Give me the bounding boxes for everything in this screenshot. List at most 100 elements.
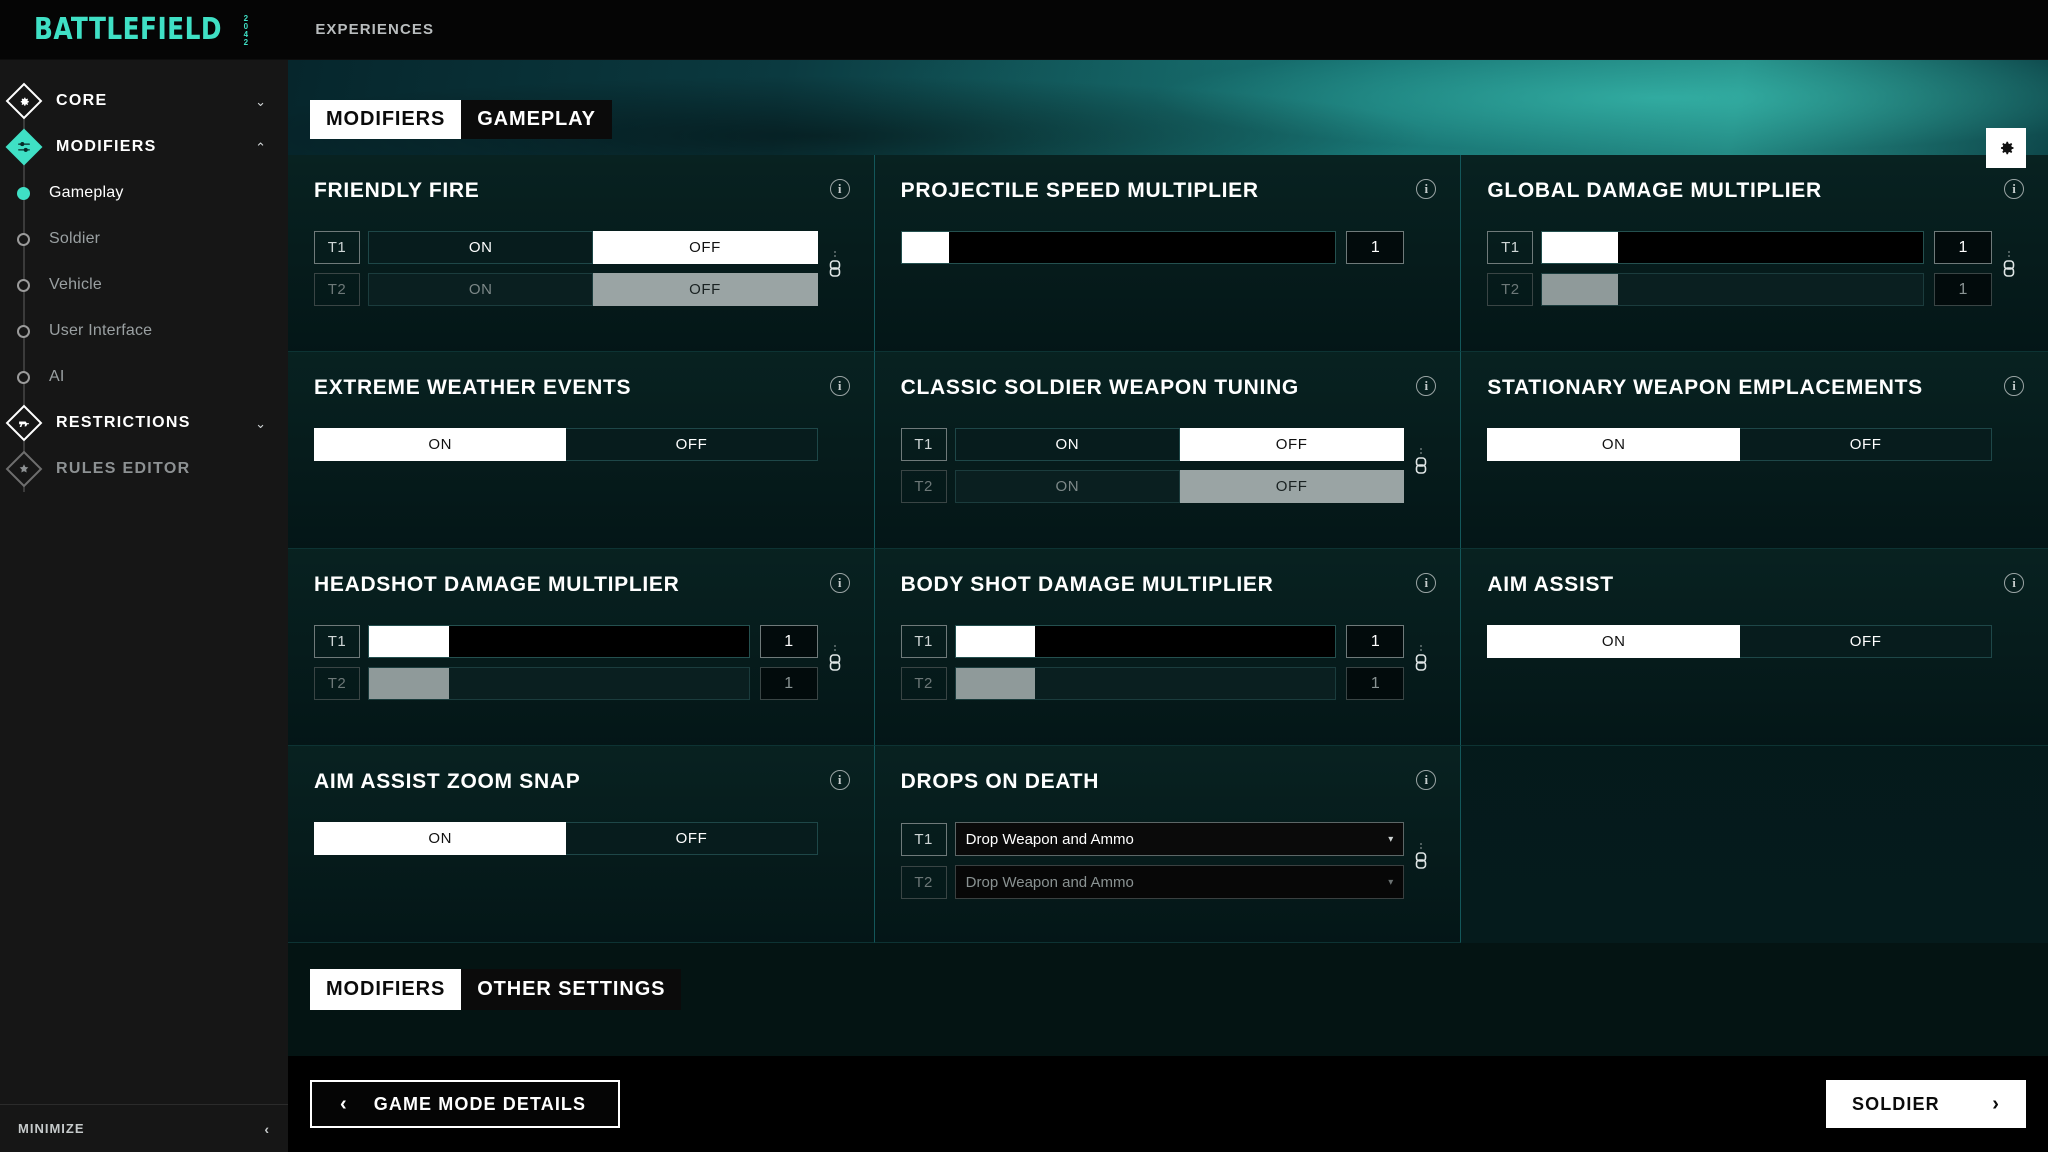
info-icon[interactable]: i: [2004, 179, 2024, 199]
info-icon[interactable]: i: [829, 573, 850, 593]
card-controls: T1 ON OFF T2 ON OFF: [314, 231, 848, 306]
battlefield-logo[interactable]: BATTLEFIELD 2042: [34, 12, 251, 47]
info-icon[interactable]: i: [829, 770, 850, 790]
breadcrumb-modifiers[interactable]: MODIFIERS: [310, 100, 462, 139]
toggle-t2[interactable]: ON OFF: [954, 470, 1405, 503]
team-label-t2: T2: [900, 667, 947, 700]
control-row: 1: [900, 231, 1405, 264]
option-off[interactable]: OFF: [1180, 428, 1405, 461]
footer-bar: ‹ GAME MODE DETAILS SOLDIER ›: [288, 1056, 2048, 1152]
info-icon[interactable]: i: [829, 179, 850, 199]
value-slider[interactable]: [368, 667, 750, 700]
breadcrumb: MODIFIERS GAMEPLAY: [310, 100, 612, 139]
option-on[interactable]: ON: [954, 428, 1180, 461]
option-off[interactable]: OFF: [593, 273, 818, 306]
logo-edition: 2042: [241, 14, 251, 46]
soldier-next-button[interactable]: SOLDIER ›: [1826, 1080, 2026, 1128]
option-on[interactable]: ON: [954, 470, 1180, 503]
tab-modifiers[interactable]: MODIFIERS: [310, 969, 462, 1010]
value-slider[interactable]: [954, 667, 1337, 700]
chevron-down-icon[interactable]: ⌄: [255, 417, 266, 430]
option-on[interactable]: ON: [1487, 428, 1741, 461]
value-slider[interactable]: [368, 625, 750, 658]
sidebar-label-ai: AI: [49, 368, 65, 385]
control-row: T2 1: [900, 667, 1405, 700]
card-title: PROJECTILE SPEED MULTIPLIER: [900, 179, 1259, 202]
chevron-up-icon[interactable]: ⌃: [255, 141, 266, 154]
minimize-label: MINIMIZE: [18, 1121, 85, 1136]
value-field[interactable]: 1: [759, 625, 818, 658]
nav-dot-active-icon: [17, 186, 30, 200]
info-icon[interactable]: i: [829, 376, 850, 396]
team-label-t1: T1: [900, 822, 947, 856]
toggle-t1[interactable]: ON OFF: [954, 428, 1405, 461]
sidebar-item-modifiers[interactable]: MODIFIERS ⌃: [0, 124, 288, 170]
toggle-group[interactable]: ON OFF: [1487, 625, 1993, 658]
sidebar-item-gameplay[interactable]: Gameplay: [0, 170, 288, 216]
sidebar-label-restrictions: RESTRICTIONS: [56, 414, 191, 431]
sidebar-item-user-interface[interactable]: User Interface: [0, 308, 288, 354]
breadcrumb-gameplay[interactable]: GAMEPLAY: [461, 100, 612, 139]
option-on[interactable]: ON: [314, 822, 567, 855]
sidebar-item-vehicle[interactable]: Vehicle: [0, 262, 288, 308]
sidebar-item-restrictions[interactable]: RESTRICTIONS ⌄: [0, 400, 288, 446]
sidebar-item-core[interactable]: CORE ⌄: [0, 78, 288, 124]
value-field[interactable]: 1: [1346, 667, 1405, 700]
card-controls: ON OFF: [1487, 428, 2022, 461]
sidebar-item-ai[interactable]: AI: [0, 354, 288, 400]
value-slider[interactable]: [1541, 273, 1924, 306]
link-teams-icon[interactable]: [1413, 446, 1429, 485]
settings-scroll-area: FRIENDLY FIRE i T1 ON OFF T2 ON OFF PROJECTILE S…: [288, 155, 2048, 1056]
modifier-card: EXTREME WEATHER EVENTS i ON OFF: [288, 352, 875, 549]
minimize-button[interactable]: MINIMIZE ‹: [0, 1104, 288, 1152]
toggle-group[interactable]: ON OFF: [314, 822, 818, 855]
option-off[interactable]: OFF: [1740, 625, 1993, 658]
value-slider[interactable]: [900, 231, 1337, 264]
sidebar-item-soldier[interactable]: Soldier: [0, 216, 288, 262]
option-off[interactable]: OFF: [1180, 470, 1405, 503]
link-teams-icon[interactable]: [2001, 249, 2017, 288]
app-body: CORE ⌄ MODIFIERS ⌃ Gameplay Soldier Vehi…: [0, 60, 2048, 1152]
topnav-item-experiences[interactable]: EXPERIENCES: [315, 21, 434, 38]
info-icon[interactable]: i: [2004, 573, 2024, 593]
value-slider[interactable]: [954, 625, 1337, 658]
toggle-t2[interactable]: ON OFF: [368, 273, 818, 306]
option-off[interactable]: OFF: [566, 428, 818, 461]
card-title: FRIENDLY FIRE: [314, 179, 480, 202]
toggle-group[interactable]: ON OFF: [314, 428, 818, 461]
modifier-card: DROPS ON DEATH i T1 Drop Weapon and Ammo ▾ T2…: [874, 746, 1462, 943]
link-teams-icon[interactable]: [827, 643, 843, 682]
modifier-card: HEADSHOT DAMAGE MULTIPLIER i T1 1 T2 1: [288, 549, 875, 746]
option-on[interactable]: ON: [368, 273, 594, 306]
modifier-card: FRIENDLY FIRE i T1 ON OFF T2 ON OFF: [288, 155, 875, 352]
value-field[interactable]: 1: [1346, 625, 1405, 658]
info-icon[interactable]: i: [2004, 376, 2024, 396]
card-title: GLOBAL DAMAGE MULTIPLIER: [1487, 179, 1822, 202]
drops-dropdown[interactable]: Drop Weapon and Ammo ▾: [954, 865, 1405, 899]
value-slider[interactable]: [1541, 231, 1924, 264]
link-teams-icon[interactable]: [1413, 643, 1429, 682]
link-teams-icon[interactable]: [1413, 841, 1429, 880]
chevron-down-icon[interactable]: ⌄: [255, 95, 266, 108]
drops-dropdown[interactable]: Drop Weapon and Ammo ▾: [954, 822, 1405, 856]
toggle-group[interactable]: ON OFF: [1487, 428, 1993, 461]
option-on[interactable]: ON: [1487, 625, 1741, 658]
link-teams-icon[interactable]: [827, 249, 843, 288]
toggle-t1[interactable]: ON OFF: [368, 231, 818, 264]
settings-button[interactable]: [1986, 128, 2026, 168]
option-on[interactable]: ON: [368, 231, 594, 264]
game-mode-details-button[interactable]: ‹ GAME MODE DETAILS: [310, 1080, 620, 1128]
link-column: [822, 625, 848, 700]
chevron-left-icon: ‹: [340, 1093, 348, 1115]
value-field[interactable]: 1: [1934, 273, 1992, 306]
option-off[interactable]: OFF: [593, 231, 818, 264]
option-off[interactable]: OFF: [1740, 428, 1993, 461]
value-field[interactable]: 1: [1346, 231, 1405, 264]
value-field[interactable]: 1: [1934, 231, 1992, 264]
option-off[interactable]: OFF: [566, 822, 818, 855]
value-field[interactable]: 1: [759, 667, 818, 700]
team-label-t2: T2: [314, 273, 360, 306]
tab-other-settings[interactable]: OTHER SETTINGS: [461, 969, 682, 1010]
option-on[interactable]: ON: [314, 428, 567, 461]
sidebar-item-rules-editor[interactable]: RULES EDITOR: [0, 446, 288, 492]
